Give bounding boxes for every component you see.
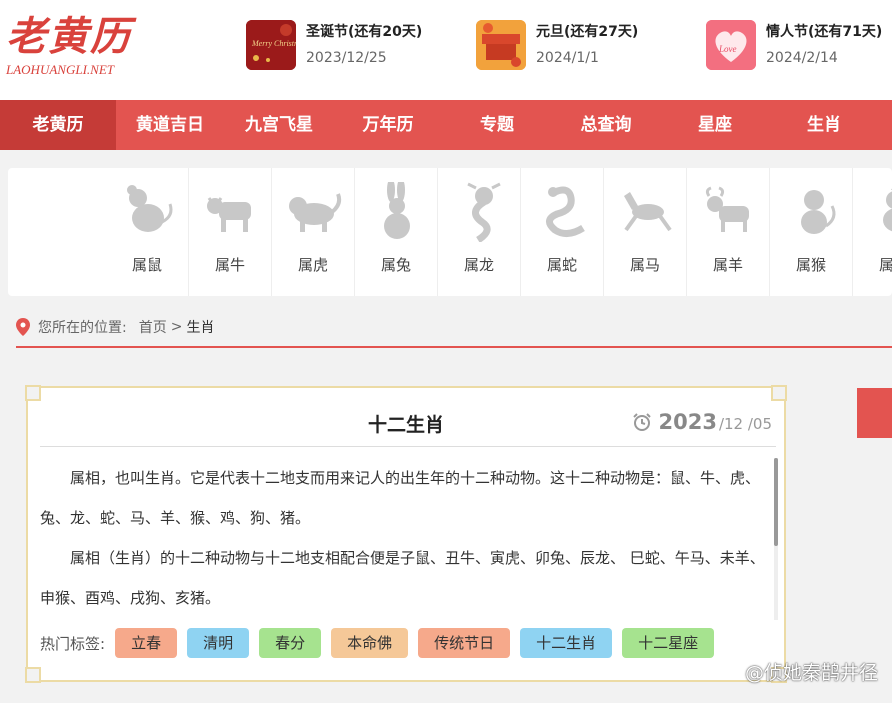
festival-date: 2023/12/25 <box>306 50 387 66</box>
main-nav: 老黄历 黄道吉日 九宫飞星 万年历 专题 总查询 星座 生肖 <box>0 100 892 150</box>
article-card: 十二生肖 2023 /12 /05 属相，也叫生肖。它是代表十二地支而用来记人的… <box>25 385 787 683</box>
breadcrumb-divider <box>16 346 892 348</box>
zodiac-label: 属鼠 <box>131 256 162 274</box>
rabbit-icon <box>384 182 410 239</box>
festival-date: 2024/2/14 <box>766 50 838 66</box>
snake-icon <box>546 186 585 237</box>
card-corner-ornament <box>25 385 41 401</box>
article-paragraph: 属相（生肖）的十二种动物与十二地支相配合便是子鼠、丑牛、寅虎、卯兔、辰龙、 巳蛇… <box>40 549 765 607</box>
article-scrollbar-thumb[interactable] <box>774 458 778 546</box>
festival-title: 元旦(还有27天) <box>536 24 639 40</box>
ox-icon <box>207 197 251 232</box>
christmas-thumbnail: Merry Christmas <box>246 20 296 70</box>
nav-item-huangdao[interactable]: 黄道吉日 <box>116 100 224 150</box>
side-panel-header <box>857 388 892 438</box>
camera-icon <box>718 664 739 680</box>
article-date-month-day: /12 /05 <box>718 415 772 433</box>
breadcrumb: 您所在的位置: 首页 > 生肖 <box>16 316 214 338</box>
watermark-text: @侦她秦鹊井径 <box>744 662 878 684</box>
hot-tags-label: 热门标签: <box>40 634 106 653</box>
site-logo[interactable]: 老黄历 LAOHUANGLI.NET <box>6 14 146 84</box>
zodiac-label: 属马 <box>629 256 660 274</box>
article-date: 2023 /12 /05 <box>632 410 772 434</box>
title-divider <box>40 446 776 447</box>
zodiac-bar: 属鼠 属牛 属虎 属兔 属龙 属蛇 属马 属羊 属猴 属鸡 <box>8 168 892 296</box>
hot-tags: 热门标签: 立春 清明 春分 本命佛 传统节日 十二生肖 十二星座 <box>40 628 724 658</box>
festival-title: 情人节(还有71天) <box>766 24 883 40</box>
heart-icon: Love <box>706 20 756 70</box>
article-date-year: 2023 <box>658 410 717 434</box>
tag-chunfen[interactable]: 春分 <box>259 628 322 658</box>
zodiac-item-goat[interactable]: 属羊 <box>687 168 770 296</box>
monkey-icon <box>801 190 836 234</box>
zodiac-item-tiger[interactable]: 属虎 <box>272 168 355 296</box>
festival-christmas[interactable]: Merry Christmas 圣诞节(还有20天) 2023/12/25 <box>246 18 422 72</box>
zodiac-item-monkey[interactable]: 属猴 <box>770 168 853 296</box>
horse-icon <box>624 192 672 232</box>
breadcrumb-prefix: 您所在的位置: <box>38 320 127 336</box>
watermark: @侦她秦鹊井径 <box>718 658 878 685</box>
breadcrumb-current: 生肖 <box>186 320 215 336</box>
newyear-thumbnail <box>476 20 526 70</box>
tag-twelve-constellations[interactable]: 十二星座 <box>622 628 715 658</box>
nav-item-jiugong[interactable]: 九宫飞星 <box>224 100 334 150</box>
nav-item-zongchaxun[interactable]: 总查询 <box>552 100 660 150</box>
nav-item-laohuangli[interactable]: 老黄历 <box>0 100 116 150</box>
tag-qingming[interactable]: 清明 <box>187 628 250 658</box>
zodiac-item-rabbit[interactable]: 属兔 <box>355 168 438 296</box>
zodiac-label: 属蛇 <box>546 256 577 274</box>
lantern-icon <box>476 20 526 70</box>
card-corner-ornament <box>25 667 41 683</box>
nav-item-zhuanti[interactable]: 专题 <box>442 100 552 150</box>
zodiac-label: 属龙 <box>463 256 494 274</box>
valentine-thumbnail: Love <box>706 20 756 70</box>
logo-text-en: LAOHUANGLI.NET <box>6 62 114 77</box>
header: 老黄历 LAOHUANGLI.NET Merry Christmas 圣诞节(还… <box>0 0 892 100</box>
rooster-icon <box>883 188 892 232</box>
tag-lichun[interactable]: 立春 <box>115 628 178 658</box>
festival-valentine[interactable]: Love 情人节(还有71天) 2024/2/14 <box>706 18 882 72</box>
christmas-tree-icon: Merry Christmas <box>246 20 296 70</box>
dragon-icon <box>467 182 501 242</box>
zodiac-item-ox[interactable]: 属牛 <box>189 168 272 296</box>
card-corner-ornament <box>771 385 787 401</box>
goat-icon <box>705 186 749 232</box>
article-paragraph: 属相，也叫生肖。它是代表十二地支而用来记人的出生年的十二种动物。这十二种动物是：… <box>40 469 761 527</box>
festival-title: 圣诞节(还有20天) <box>306 24 423 40</box>
article-body: 属相，也叫生肖。它是代表十二地支而用来记人的出生年的十二种动物。这十二种动物是：… <box>40 458 768 618</box>
zodiac-label: 属兔 <box>380 256 411 274</box>
tag-twelve-zodiac[interactable]: 十二生肖 <box>520 628 613 658</box>
zodiac-item-rat[interactable]: 属鼠 <box>106 168 189 296</box>
location-pin-icon <box>16 318 30 336</box>
breadcrumb-home-link[interactable]: 首页 <box>139 317 167 337</box>
tag-traditional-festivals[interactable]: 传统节日 <box>418 628 511 658</box>
rat-icon <box>127 185 173 232</box>
zodiac-label: 属羊 <box>712 256 743 274</box>
zodiac-label: 属虎 <box>297 256 328 274</box>
tag-benmingfo[interactable]: 本命佛 <box>331 628 409 658</box>
nav-item-wannianli[interactable]: 万年历 <box>334 100 442 150</box>
tiger-icon <box>289 193 342 232</box>
zodiac-label: 属猴 <box>795 256 826 274</box>
zodiac-label: 属鸡 <box>878 256 892 274</box>
alarm-clock-icon <box>633 413 652 431</box>
festival-date: 2024/1/1 <box>536 50 599 66</box>
thumb-text: Merry Christmas <box>251 39 296 48</box>
zodiac-item-rooster[interactable]: 属鸡 <box>853 168 892 296</box>
zodiac-label: 属牛 <box>214 256 245 274</box>
breadcrumb-separator: > <box>170 319 183 335</box>
nav-item-xingzuo[interactable]: 星座 <box>660 100 770 150</box>
nav-item-shengxiao[interactable]: 生肖 <box>770 100 878 150</box>
festival-newyear[interactable]: 元旦(还有27天) 2024/1/1 <box>476 18 638 72</box>
logo-text-cn: 老黄历 <box>6 13 132 60</box>
zodiac-item-dragon[interactable]: 属龙 <box>438 168 521 296</box>
zodiac-item-snake[interactable]: 属蛇 <box>521 168 604 296</box>
zodiac-item-horse[interactable]: 属马 <box>604 168 687 296</box>
thumb-text: Love <box>718 44 737 54</box>
